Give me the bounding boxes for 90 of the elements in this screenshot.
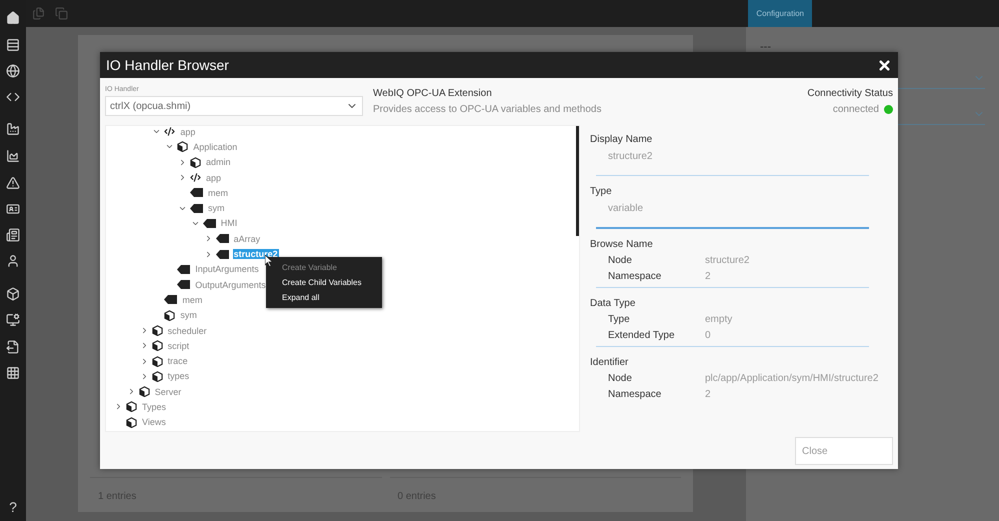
- tag-icon: [164, 295, 178, 304]
- property-value: empty: [705, 314, 732, 325]
- extension-description: Provides access to OPC-UA variables and methods: [373, 104, 602, 115]
- tree-item[interactable]: aArray: [232, 234, 262, 244]
- tag-icon: [202, 218, 216, 228]
- home-icon[interactable]: [6, 11, 20, 25]
- cube-icon: [126, 401, 137, 412]
- tree-item[interactable]: trace: [166, 356, 189, 366]
- help-link[interactable]: ?: [9, 499, 17, 515]
- tree-item[interactable]: Application: [192, 142, 238, 152]
- tree-item[interactable]: app: [205, 172, 222, 183]
- configuration-tab[interactable]: Configuration: [748, 0, 812, 27]
- tag-icon: [177, 264, 190, 274]
- property-value: structure2: [608, 151, 654, 162]
- cube-icon: [152, 340, 163, 352]
- property-key: Namespace: [608, 271, 705, 282]
- file-export-icon[interactable]: [6, 340, 20, 354]
- cube-icon: [138, 386, 150, 398]
- tree-item[interactable]: script: [166, 340, 190, 351]
- factory-icon[interactable]: [6, 122, 20, 136]
- cube-icon: [152, 325, 163, 336]
- tree-item[interactable]: InputArguments: [194, 264, 260, 274]
- property-value: 0: [705, 330, 711, 341]
- section-title: Identifier: [590, 357, 630, 368]
- extension-name: WebIQ OPC-UA Extension: [373, 88, 493, 99]
- tree-item[interactable]: sym: [207, 203, 226, 214]
- tree-item[interactable]: scheduler: [166, 326, 208, 336]
- section-title: Type: [590, 186, 613, 197]
- close-button[interactable]: Close: [795, 437, 893, 465]
- user-icon[interactable]: [6, 254, 20, 268]
- section-title: Data Type: [590, 298, 636, 309]
- grid-icon[interactable]: [6, 366, 20, 380]
- tag-icon: [177, 280, 190, 290]
- menu-item[interactable]: Create Child Variables: [266, 275, 382, 290]
- tree-item[interactable]: types: [166, 371, 190, 382]
- cube-icon: [152, 356, 163, 367]
- tree-item[interactable]: admin: [205, 157, 232, 168]
- property-value: variable: [608, 203, 644, 214]
- dialog-title: IO Handler Browser: [106, 57, 229, 73]
- property-key: Node: [608, 255, 705, 266]
- tag-icon: [190, 188, 203, 198]
- chevron-icon[interactable]: [114, 402, 123, 412]
- cube-icon: [126, 416, 137, 428]
- section-title: Display Name: [590, 134, 654, 145]
- close-button[interactable]: [877, 58, 892, 72]
- chart-icon[interactable]: [6, 149, 20, 163]
- property-key: Extended Type: [608, 330, 705, 341]
- property-key: Node: [608, 373, 705, 384]
- chevron-icon[interactable]: [178, 158, 187, 167]
- id-card-icon[interactable]: [6, 202, 20, 216]
- property-value: 2: [705, 389, 711, 400]
- cube-icon: [190, 156, 201, 168]
- chevron-icon[interactable]: [178, 173, 187, 182]
- cube-icon: [152, 370, 163, 382]
- cube-icon: [177, 141, 188, 152]
- connectivity-label: Connectivity Status: [807, 88, 893, 99]
- tree-item[interactable]: Server: [154, 386, 182, 397]
- code-icon: [190, 172, 201, 184]
- code-icon: [164, 126, 176, 138]
- tag-icon: [216, 234, 229, 244]
- cube-icon: [164, 310, 176, 321]
- side-value: ---: [760, 41, 772, 53]
- tree-item[interactable]: app: [179, 126, 196, 137]
- property-value: structure2: [705, 255, 750, 266]
- property-value: plc/app/Application/sym/HMI/structure2: [705, 373, 878, 384]
- connectivity-status: connected: [832, 104, 879, 115]
- monitor-icon[interactable]: [6, 313, 20, 327]
- box-icon[interactable]: [6, 287, 20, 301]
- section-title: Browse Name: [590, 239, 654, 250]
- tag-icon: [216, 250, 229, 259]
- property-value: 2: [705, 271, 711, 282]
- property-key: Type: [608, 314, 705, 325]
- tree-item[interactable]: HMI: [220, 218, 238, 228]
- rows-icon[interactable]: [6, 38, 20, 52]
- tree-item[interactable]: sym: [179, 310, 198, 320]
- property-key: Namespace: [608, 389, 705, 400]
- tree-item[interactable]: OutputArguments: [194, 280, 267, 290]
- tree-item[interactable]: Views: [141, 417, 167, 428]
- warning-icon[interactable]: [6, 176, 20, 190]
- code-icon[interactable]: [6, 90, 20, 104]
- globe-icon[interactable]: [6, 64, 20, 78]
- tree-item[interactable]: Types: [141, 402, 168, 412]
- tag-icon: [190, 204, 203, 213]
- menu-item[interactable]: Expand all: [266, 290, 382, 305]
- tree-item[interactable]: mem: [207, 188, 229, 198]
- tree-item[interactable]: structure2: [232, 249, 279, 260]
- scrollbar-thumb[interactable]: [576, 126, 579, 236]
- io-handler-select[interactable]: ctrlX (opcua.shmi): [105, 96, 363, 116]
- tree-item[interactable]: mem: [181, 294, 204, 305]
- newspaper-icon[interactable]: [6, 228, 20, 242]
